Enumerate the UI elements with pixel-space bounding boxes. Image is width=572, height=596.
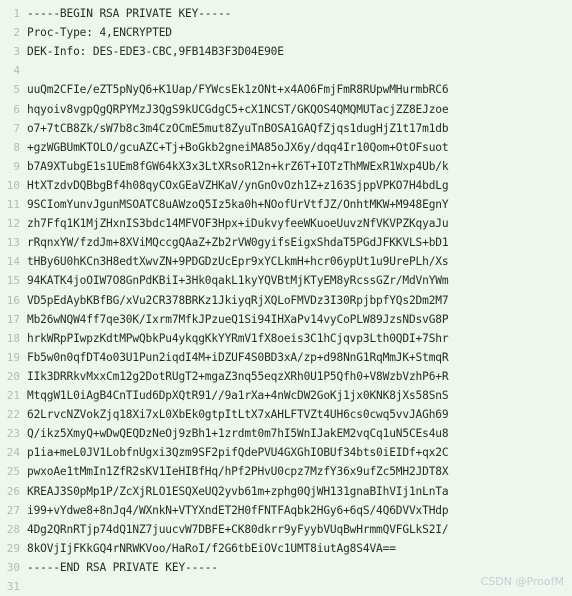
code-line[interactable]: 20 IIk3DRRkvMxxCm12g2DotRUgT2+mgaZ3nq55eq… xyxy=(0,367,572,386)
line-text: -----END RSA PRIVATE KEY----- xyxy=(27,560,218,574)
line-text: rRqnxYW/fzdJm+8XViMQccgQAaZ+Zb2rVW0gyifs… xyxy=(27,236,449,250)
code-line[interactable]: 4 xyxy=(0,61,572,80)
line-text: HtXTzdvDQBbgBf4h08qyCOxGEaVZHKaV/ynGnOvO… xyxy=(27,178,449,192)
line-text: o7+7tCB8Zk/sW7b8c3m4CzOCmE5mut8ZyuTnBOSA… xyxy=(27,121,449,135)
line-text: KREAJ3S0pMp1P/ZcXjRLO1ESQXeUQ2yvb61m+zph… xyxy=(27,484,449,498)
line-text: hqyoiv8vgpQgQRPYMzJ3QgS9kUCGdgC5+cX1NCST… xyxy=(27,102,449,116)
line-number: 27 xyxy=(6,503,20,517)
code-line[interactable]: 13 rRqnxYW/fzdJm+8XViMQccgQAaZ+Zb2rVW0gyi… xyxy=(0,233,572,252)
line-text: 94KATK4joOIW7O8GnPdKBiI+3Hk0qakL1kyYQVBt… xyxy=(27,274,449,288)
line-number: 4 xyxy=(13,64,20,78)
code-line[interactable]: 5 uuQm2CFIe/eZT5pNyQ6+K1Uap/FYWcsEk1zONt+… xyxy=(0,80,572,99)
line-number: 21 xyxy=(6,389,20,402)
line-text: Proc-Type: 4,ENCRYPTED xyxy=(27,26,172,40)
line-text: 62LrvcNZVokZjq18Xi7xL0XbEk0gtpItLtX7xAHL… xyxy=(27,408,449,422)
code-line[interactable]: 6 hqyoiv8vgpQgQRPYMzJ3QgS9kUCGdgC5+cX1NCS… xyxy=(0,100,572,119)
code-line[interactable]: 23 Q/ikz5XmyQ+wDwQEQDzNeOj9zBh1+1zrdmt0m7… xyxy=(0,424,572,443)
line-number: 17 xyxy=(6,312,20,326)
line-number: 30 xyxy=(6,560,20,574)
code-line[interactable]: 26 KREAJ3S0pMp1P/ZcXjRLO1ESQXeUQ2yvb61m+z… xyxy=(0,482,572,501)
line-number: 25 xyxy=(6,465,20,479)
line-number: 12 xyxy=(6,217,20,231)
line-number: 11 xyxy=(6,198,20,211)
line-text: -----BEGIN RSA PRIVATE KEY----- xyxy=(27,7,232,20)
code-line[interactable]: 19 Fb5w0n0qfDT4o03U1Pun2iqdI4M+iDZUF4S0BD… xyxy=(0,348,572,367)
line-text: pwxoAe1tMmIn1ZfR2sKV1IeHIBfHq/hPf2PHvU0c… xyxy=(27,465,449,479)
line-number: 31 xyxy=(6,580,20,593)
line-number: 19 xyxy=(6,350,20,364)
line-text: 9SCIomYunvJgunMSOATC8uAWzoQ5Iz5ka0h+NOof… xyxy=(27,198,449,211)
line-text: VD5pEdAybKBfBG/xVu2CR378BRKz1JkiyqRjXQLo… xyxy=(27,293,449,307)
code-line[interactable]: 27 i99+vYdwe8+8nJq4/WXnkN+VTYXndET2H0fFNT… xyxy=(0,501,572,520)
line-text: IIk3DRRkvMxxCm12g2DotRUgT2+mgaZ3nq55eqzX… xyxy=(27,369,449,383)
line-number: 6 xyxy=(13,102,20,116)
line-number: 14 xyxy=(6,255,20,269)
line-number: 3 xyxy=(13,45,20,59)
line-number: 2 xyxy=(13,26,20,40)
line-number: 10 xyxy=(6,178,20,192)
code-line[interactable]: 21 MtqgW1L0iAgB4CnTIud6DpXQtR91//9a1rXa+4… xyxy=(0,386,572,405)
code-line[interactable]: 10 HtXTzdvDQBbgBf4h08qyCOxGEaVZHKaV/ynGnO… xyxy=(0,176,572,195)
line-text: +gzWGBUmKTOLO/gcuAZC+Tj+BoGkb2gneiMA85oJ… xyxy=(27,140,449,154)
line-number: 23 xyxy=(6,427,20,441)
line-number: 5 xyxy=(13,83,20,97)
line-number: 18 xyxy=(6,331,20,345)
line-text: MtqgW1L0iAgB4CnTIud6DpXQtR91//9a1rXa+4nW… xyxy=(27,389,449,402)
code-line[interactable]: 24 p1ia+meL0JV1LobfnUgxi3Qzm9SF2pifQdePVU… xyxy=(0,443,572,462)
line-number: 29 xyxy=(6,541,20,555)
line-text: Q/ikz5XmyQ+wDwQEQDzNeOj9zBh1+1zrdmt0m7hI… xyxy=(27,427,449,441)
code-line[interactable]: 11 9SCIomYunvJgunMSOATC8uAWzoQ5Iz5ka0h+NO… xyxy=(0,195,572,214)
line-number: 28 xyxy=(6,522,20,536)
line-number: 1 xyxy=(13,7,20,20)
code-line[interactable]: 9 b7A9XTubgE1s1UEm8fGW64kX3x3LtXRsoR12n+k… xyxy=(0,157,572,176)
code-line[interactable]: 7 o7+7tCB8Zk/sW7b8c3m4CzOCmE5mut8ZyuTnBOS… xyxy=(0,119,572,138)
line-text: 4Dg2QRnRTjp74dQ1NZ7juucvW7DBFE+CK80dkrr9… xyxy=(27,522,449,536)
line-text: DEK-Info: DES-EDE3-CBC,9FB14B3F3D04E90E xyxy=(27,45,284,59)
code-line[interactable]: 2 Proc-Type: 4,ENCRYPTED xyxy=(0,23,572,42)
line-text: Fb5w0n0qfDT4o03U1Pun2iqdI4M+iDZUF4S0BD3x… xyxy=(27,350,449,364)
line-number: 13 xyxy=(6,236,20,250)
line-text: uuQm2CFIe/eZT5pNyQ6+K1Uap/FYWcsEk1zONt+x… xyxy=(27,83,449,97)
line-number: 7 xyxy=(13,121,20,135)
line-number: 26 xyxy=(6,484,20,498)
line-text: zh7Ffq1K1MjZHxnIS3bdc14MFVOF3Hpx+iDukvyf… xyxy=(27,217,449,231)
line-text: i99+vYdwe8+8nJq4/WXnkN+VTYXndET2H0fFNTFA… xyxy=(27,503,449,517)
line-number: 8 xyxy=(13,140,20,154)
line-number: 20 xyxy=(6,369,20,383)
line-text: tHBy6U0hKCn3H8edtXwvZN+9PDGDzUcEpr9xYCLk… xyxy=(27,255,449,269)
line-text: b7A9XTubgE1s1UEm8fGW64kX3x3LtXRsoR12n+kr… xyxy=(27,159,449,173)
code-editor[interactable]: 1 -----BEGIN RSA PRIVATE KEY----- 2 Proc-Ty… xyxy=(0,0,572,596)
code-line[interactable]: 3 DEK-Info: DES-EDE3-CBC,9FB14B3F3D04E90E xyxy=(0,42,572,61)
code-line[interactable]: 16 VD5pEdAybKBfBG/xVu2CR378BRKz1JkiyqRjXQ… xyxy=(0,291,572,310)
code-line[interactable]: 25 pwxoAe1tMmIn1ZfR2sKV1IeHIBfHq/hPf2PHvU… xyxy=(0,462,572,481)
code-line[interactable]: 1 -----BEGIN RSA PRIVATE KEY----- xyxy=(0,4,572,23)
line-number: 15 xyxy=(6,274,20,288)
csdn-watermark: CSDN @ProofM xyxy=(480,575,564,588)
line-text: hrkWRpPIwpzKdtMPwQbkPu4ykqgKkYYRmV1fX8oe… xyxy=(27,331,449,345)
code-line[interactable]: 14 tHBy6U0hKCn3H8edtXwvZN+9PDGDzUcEpr9xYC… xyxy=(0,252,572,271)
code-line[interactable]: 18 hrkWRpPIwpzKdtMPwQbkPu4ykqgKkYYRmV1fX8… xyxy=(0,329,572,348)
line-number: 16 xyxy=(6,293,20,307)
code-line[interactable]: 8 +gzWGBUmKTOLO/gcuAZC+Tj+BoGkb2gneiMA85o… xyxy=(0,138,572,157)
line-number: 9 xyxy=(13,159,20,173)
line-text: Mb26wNQW4ff7qe30K/Ixrm7MfkJPzueQ1Si94IHX… xyxy=(27,312,449,326)
code-line[interactable]: 22 62LrvcNZVokZjq18Xi7xL0XbEk0gtpItLtX7xA… xyxy=(0,405,572,424)
code-line[interactable]: 15 94KATK4joOIW7O8GnPdKBiI+3Hk0qakL1kyYQV… xyxy=(0,271,572,290)
code-line[interactable]: 28 4Dg2QRnRTjp74dQ1NZ7juucvW7DBFE+CK80dkr… xyxy=(0,520,572,539)
code-line[interactable]: 12 zh7Ffq1K1MjZHxnIS3bdc14MFVOF3Hpx+iDukv… xyxy=(0,214,572,233)
line-text: 8kOVjIjFKkGQ4rNRWKVoo/HaRoI/f2G6tbEiOVc1… xyxy=(27,541,396,555)
line-number: 24 xyxy=(6,446,20,460)
code-line[interactable]: 17 Mb26wNQW4ff7qe30K/Ixrm7MfkJPzueQ1Si94I… xyxy=(0,310,572,329)
line-number: 22 xyxy=(6,408,20,422)
line-text: p1ia+meL0JV1LobfnUgxi3Qzm9SF2pifQdePVU4G… xyxy=(27,446,449,460)
code-line[interactable]: 29 8kOVjIjFKkGQ4rNRWKVoo/HaRoI/f2G6tbEiOV… xyxy=(0,539,572,558)
